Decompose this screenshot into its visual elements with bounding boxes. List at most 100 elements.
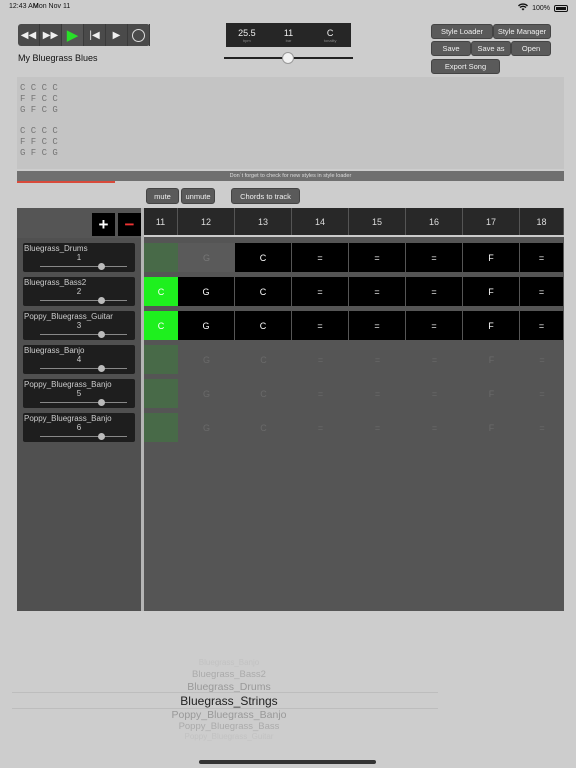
remove-track-button[interactable]: − (118, 213, 141, 236)
chord-sheet[interactable]: C C C C F F C C G F C G C C C C F F C C … (17, 77, 564, 169)
measure-header[interactable]: 17 (463, 208, 520, 235)
track-item[interactable]: Bluegrass_Drums 1 (23, 243, 135, 272)
grid-cell[interactable]: F (463, 311, 520, 340)
picker-option[interactable]: Poppy_Bluegrass_Bass (0, 721, 458, 732)
grid-cell[interactable]: G (178, 413, 235, 442)
grid-cell[interactable]: G (178, 243, 235, 272)
measure-header[interactable]: 18 (520, 208, 564, 235)
grid-cell[interactable]: C (235, 243, 292, 272)
grid-cell[interactable]: = (292, 345, 349, 374)
measure-header[interactable]: 13 (235, 208, 292, 235)
grid-cell[interactable]: = (349, 311, 406, 340)
grid-cell[interactable] (144, 243, 178, 272)
grid-cell[interactable]: = (292, 311, 349, 340)
grid-cell[interactable]: C (235, 345, 292, 374)
track-volume-slider[interactable] (40, 266, 127, 267)
grid-cell[interactable] (144, 413, 178, 442)
track-volume-slider[interactable] (40, 300, 127, 301)
track-volume-knob[interactable] (98, 433, 105, 440)
grid-cell[interactable]: = (349, 243, 406, 272)
grid-cell[interactable]: = (406, 345, 463, 374)
next-button[interactable]: ▶ (106, 24, 128, 46)
tempo-slider-thumb[interactable] (282, 52, 294, 64)
grid-cell[interactable]: = (520, 243, 564, 272)
grid-cell[interactable]: = (292, 277, 349, 306)
grid-cell[interactable]: = (292, 379, 349, 408)
track-volume-slider[interactable] (40, 368, 127, 369)
grid-cell[interactable]: = (406, 277, 463, 306)
previous-button[interactable]: |◀ (84, 24, 106, 46)
measure-header[interactable]: 16 (406, 208, 463, 235)
home-indicator[interactable] (199, 760, 376, 764)
picker-option[interactable]: Poppy_Bluegrass_Guitar (0, 732, 458, 741)
grid-cell[interactable]: = (349, 379, 406, 408)
grid-cell[interactable]: F (463, 379, 520, 408)
unmute-button[interactable]: unmute (181, 188, 215, 204)
grid-cell[interactable] (144, 345, 178, 374)
grid-cell[interactable]: G (178, 379, 235, 408)
grid-cell[interactable]: G (178, 277, 235, 306)
fast-forward-button[interactable]: ▶▶ (40, 24, 62, 46)
measure-header[interactable]: 15 (349, 208, 406, 235)
mute-button[interactable]: mute (146, 188, 179, 204)
grid-cell-active[interactable]: C (144, 277, 178, 306)
grid-cell[interactable]: = (349, 277, 406, 306)
grid-cell[interactable]: C (235, 413, 292, 442)
grid-cell[interactable]: = (349, 413, 406, 442)
grid-cell-active[interactable]: C (144, 311, 178, 340)
grid-cell[interactable]: = (520, 345, 564, 374)
grid-cell[interactable]: G (178, 345, 235, 374)
save-button[interactable]: Save (431, 41, 471, 56)
grid-cell[interactable]: = (292, 413, 349, 442)
grid-cell[interactable]: = (520, 379, 564, 408)
track-volume-knob[interactable] (98, 297, 105, 304)
grid-cell[interactable]: = (292, 243, 349, 272)
grid-cell[interactable]: C (235, 277, 292, 306)
grid-cell[interactable]: F (463, 277, 520, 306)
play-button[interactable]: ▶ (62, 24, 84, 46)
grid-cell[interactable]: F (463, 243, 520, 272)
measure-header[interactable]: 12 (178, 208, 235, 235)
track-volume-slider[interactable] (40, 436, 127, 437)
track-item[interactable]: Bluegrass_Bass2 2 (23, 277, 135, 306)
track-volume-knob[interactable] (98, 365, 105, 372)
grid-cell[interactable]: F (463, 345, 520, 374)
picker-option[interactable]: Bluegrass_Banjo (0, 658, 458, 667)
grid-cell[interactable]: = (520, 277, 564, 306)
save-as-button[interactable]: Save as (471, 41, 511, 56)
grid-cell[interactable]: C (235, 379, 292, 408)
export-song-button[interactable]: Export Song (431, 59, 500, 74)
grid-cell[interactable]: C (235, 311, 292, 340)
grid-cell[interactable]: F (463, 413, 520, 442)
grid-cell[interactable]: = (349, 345, 406, 374)
track-item[interactable]: Poppy_Bluegrass_Banjo 5 (23, 379, 135, 408)
track-volume-knob[interactable] (98, 263, 105, 270)
grid-cell[interactable]: = (520, 311, 564, 340)
style-manager-button[interactable]: Style Manager (493, 24, 551, 39)
track-volume-knob[interactable] (98, 331, 105, 338)
measure-header[interactable]: 11 (144, 208, 178, 235)
picker-option[interactable]: Poppy_Bluegrass_Banjo (0, 709, 458, 721)
picker-selected-option[interactable]: Bluegrass_Strings (0, 694, 458, 708)
open-button[interactable]: Open (511, 41, 551, 56)
grid-cell[interactable] (144, 379, 178, 408)
track-item[interactable]: Bluegrass_Banjo 4 (23, 345, 135, 374)
track-item[interactable]: Poppy_Bluegrass_Banjo 6 (23, 413, 135, 442)
rewind-button[interactable]: ◀◀ (18, 24, 40, 46)
grid-cell[interactable]: = (406, 243, 463, 272)
track-volume-slider[interactable] (40, 402, 127, 403)
grid-cell[interactable]: = (406, 311, 463, 340)
grid-cell[interactable]: = (406, 413, 463, 442)
track-volume-knob[interactable] (98, 399, 105, 406)
add-track-button[interactable]: + (92, 213, 115, 236)
style-loader-button[interactable]: Style Loader (431, 24, 493, 39)
track-item[interactable]: Poppy_Bluegrass_Guitar 3 (23, 311, 135, 340)
grid-cell[interactable]: G (178, 311, 235, 340)
grid-cell[interactable]: = (520, 413, 564, 442)
picker-option[interactable]: Bluegrass_Bass2 (0, 669, 458, 680)
track-volume-slider[interactable] (40, 334, 127, 335)
grid-cell[interactable]: = (406, 379, 463, 408)
chords-to-track-button[interactable]: Chords to track (231, 188, 300, 204)
measure-header[interactable]: 14 (292, 208, 349, 235)
loop-button[interactable] (128, 24, 150, 46)
